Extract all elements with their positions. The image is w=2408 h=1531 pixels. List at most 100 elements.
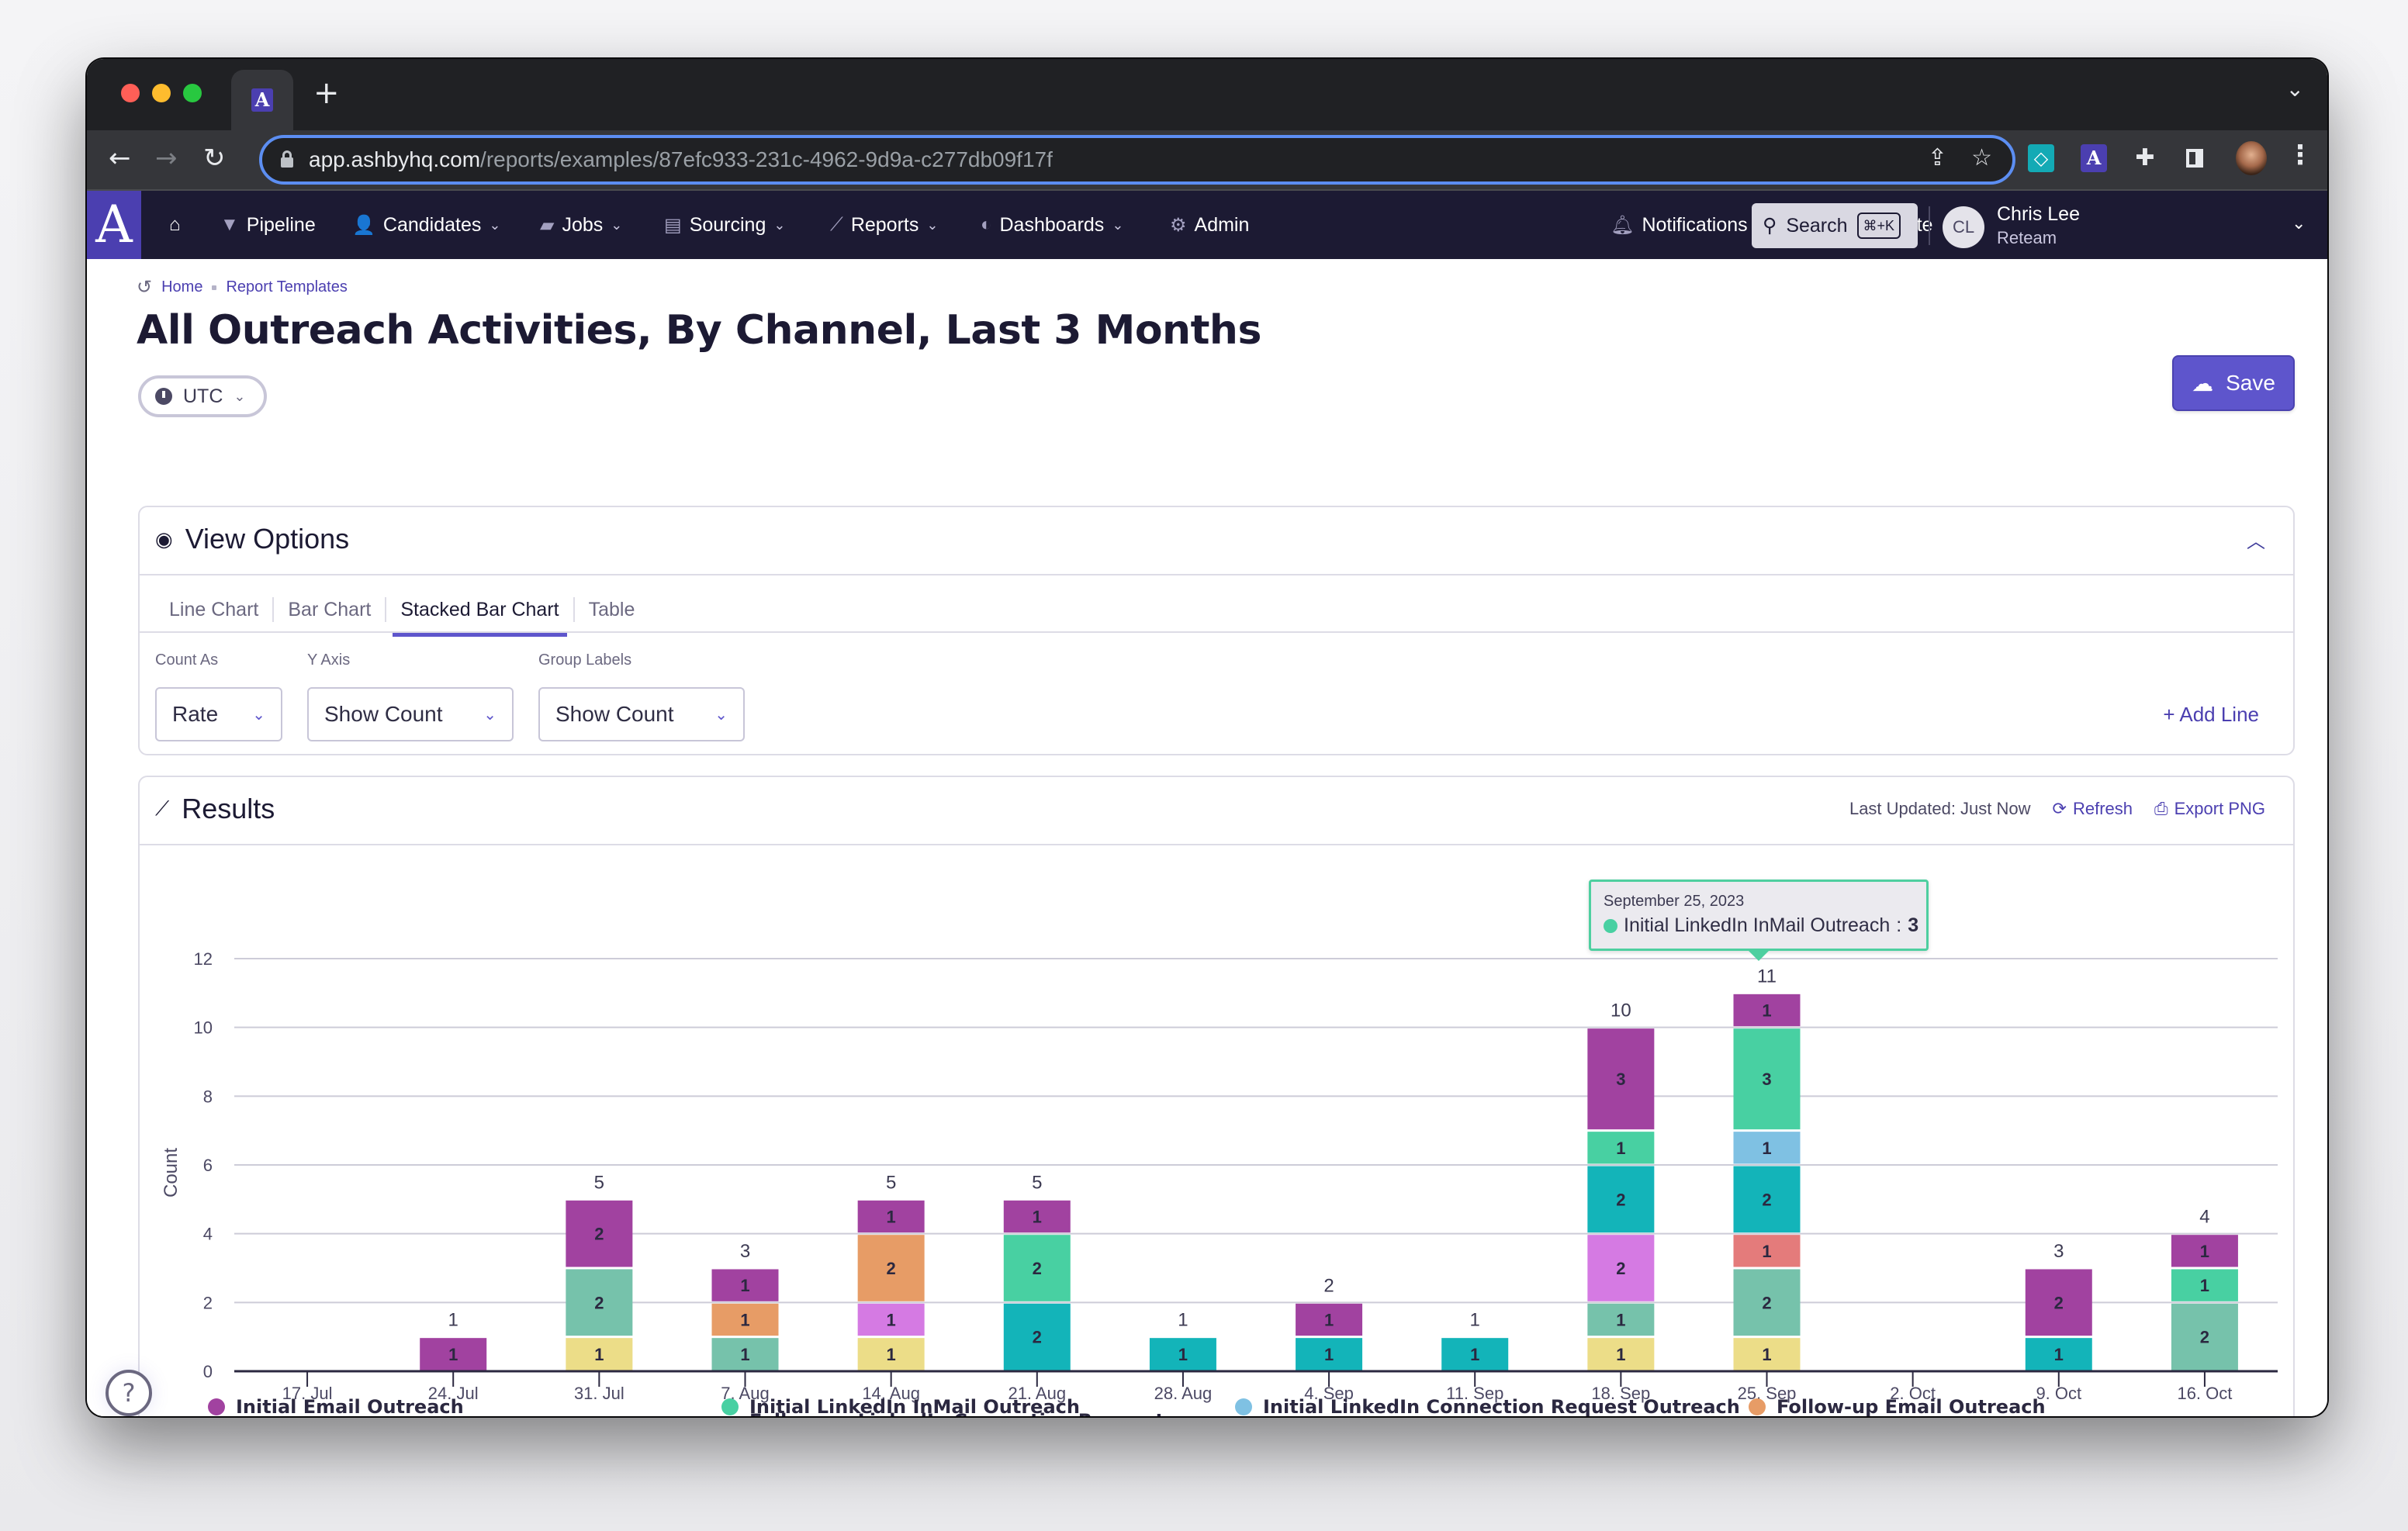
bar-total-label: 3 <box>2053 1241 2064 1262</box>
tab-bar-chart[interactable]: Bar Chart <box>274 585 385 634</box>
extensions-puzzle-icon[interactable]: ✚ <box>2132 144 2158 172</box>
nav-reports[interactable]: ⟋ Reports ⌄ <box>830 191 938 259</box>
nav-pipeline[interactable]: ▼ Pipeline <box>220 191 316 259</box>
save-button[interactable]: ☁ Save <box>2172 355 2295 411</box>
export-png-button[interactable]: ⎙ Export PNG <box>2154 799 2265 819</box>
nav-admin[interactable]: ⚙ Admin <box>1170 191 1249 259</box>
segment-label: 1 <box>1324 1345 1334 1364</box>
tab-line-chart[interactable]: Line Chart <box>155 585 272 634</box>
lock-icon <box>281 150 293 168</box>
divider <box>140 631 2293 633</box>
bar-total-label: 11 <box>1757 966 1777 987</box>
tab-table[interactable]: Table <box>575 585 649 634</box>
bookmark-star-icon[interactable]: ☆ <box>1971 144 1992 171</box>
user-avatar[interactable]: CL <box>1943 206 1984 248</box>
back-button[interactable]: ← <box>109 143 131 174</box>
nav-divider <box>1929 206 1930 245</box>
cloud-upload-icon: ☁ <box>2192 371 2214 396</box>
y-tick-label: 10 <box>194 1018 213 1038</box>
user-name[interactable]: Chris Lee <box>1997 203 2080 226</box>
extension-diamond-icon[interactable]: ◇ <box>2028 144 2054 172</box>
segment-label: 1 <box>740 1276 749 1295</box>
chevron-down-icon: ⌄ <box>611 216 623 233</box>
group-labels-label: Group Labels <box>538 651 632 669</box>
reload-button[interactable]: ↻ <box>203 143 226 174</box>
chevron-down-icon: ⌄ <box>489 216 501 233</box>
segment-label: 1 <box>2200 1276 2209 1295</box>
profile-avatar[interactable] <box>2236 141 2267 175</box>
search-icon: ⚲ <box>1763 215 1777 237</box>
y-tick-label: 4 <box>203 1225 213 1244</box>
segment-label: 1 <box>887 1311 896 1330</box>
chevron-down-icon: ⌄ <box>926 216 939 233</box>
tooltip-date: September 25, 2023 <box>1604 893 1745 910</box>
ashby-extension-icon[interactable]: A <box>2081 144 2107 172</box>
history-icon[interactable]: ↺ <box>137 276 152 299</box>
browser-window: A + ⌄ ← → ↻ app.ashbyhq.com/reports/exam… <box>87 59 2327 1416</box>
browser-toolbar: ← → ↻ app.ashbyhq.com/reports/examples/8… <box>87 130 2327 191</box>
tooltip-value: 3 <box>1908 914 1919 936</box>
tab-stacked-bar-chart[interactable]: Stacked Bar Chart <box>386 585 573 637</box>
nav-dashboards[interactable]: ◐ Dashboards ⌄ <box>981 191 1123 259</box>
notifications-button[interactable]: 🔔︎ Notifications <box>1611 191 1748 259</box>
minimize-window-button[interactable] <box>152 84 171 102</box>
divider <box>140 574 2293 575</box>
breadcrumb-report-templates[interactable]: Report Templates <box>226 278 347 296</box>
breadcrumb-home[interactable]: Home <box>161 278 202 296</box>
refresh-icon: ⟳ <box>2052 799 2067 818</box>
segment-label: 1 <box>448 1345 458 1364</box>
nav-jobs[interactable]: ▰ Jobs ⌄ <box>540 191 622 259</box>
chart-type-tabs: Line Chart Bar Chart Stacked Bar Chart T… <box>155 585 649 637</box>
view-options-header[interactable]: ◉ View Options <box>155 523 349 555</box>
forward-button[interactable]: → <box>155 143 178 174</box>
legend-item[interactable]: Initial LinkedIn Connection Request Outr… <box>1235 1396 1749 1416</box>
chevron-up-icon[interactable]: ︿ <box>2247 526 2265 553</box>
nav-sourcing[interactable]: ▤ Sourcing ⌄ <box>664 191 785 259</box>
browser-tab[interactable]: A <box>231 70 293 130</box>
search-button[interactable]: ⚲ Search ⌘+K <box>1752 203 1918 248</box>
nav-candidates[interactable]: 👤 Candidates ⌄ <box>352 191 500 259</box>
bar-total-label: 2 <box>1323 1275 1334 1296</box>
y-axis-title: Count <box>161 1148 182 1197</box>
y-axis-select[interactable]: Show Count ⌄ <box>307 687 514 741</box>
legend-swatch <box>1749 1398 1766 1415</box>
legend-label: Initial LinkedIn Connection Request Outr… <box>1263 1396 1740 1416</box>
refresh-button[interactable]: ⟳ Refresh <box>2053 799 2133 819</box>
segment-label: 2 <box>594 1293 604 1312</box>
line-chart-icon: ⟋ <box>155 797 170 820</box>
breadcrumb: ↺ Home Report Templates <box>137 276 348 299</box>
help-button[interactable]: ? <box>106 1370 152 1416</box>
bar-total-label: 4 <box>2199 1207 2209 1228</box>
tooltip-series-dot <box>1604 918 1617 933</box>
segment-label: 1 <box>2200 1242 2209 1261</box>
chevron-down-icon[interactable]: ⌄ <box>2292 214 2306 233</box>
segment-label: 1 <box>1762 1139 1771 1158</box>
clock-icon <box>155 388 172 405</box>
bar-total-label: 1 <box>1470 1310 1480 1331</box>
count-as-select[interactable]: Rate ⌄ <box>155 687 282 741</box>
side-panel-icon[interactable] <box>2181 144 2208 172</box>
add-line-button[interactable]: + Add Line <box>2163 687 2259 741</box>
share-icon[interactable]: ⇪ <box>1928 144 1947 171</box>
segment-label: 2 <box>1616 1259 1625 1278</box>
group-labels-select[interactable]: Show Count ⌄ <box>538 687 745 741</box>
bar-total-label: 5 <box>594 1172 604 1193</box>
new-tab-button[interactable]: + <box>313 78 340 109</box>
segment-label: 1 <box>1033 1208 1042 1227</box>
legend-label: Follow-up LinkedIn Connection Request Ou… <box>749 1410 1235 1416</box>
close-window-button[interactable] <box>121 84 140 102</box>
legend-item[interactable]: Initial Email Outreach <box>208 1396 721 1416</box>
home-icon[interactable]: ⌂ <box>169 191 181 259</box>
segment-label: 1 <box>1762 1345 1771 1364</box>
ashby-logo[interactable]: A <box>87 191 141 259</box>
timezone-select[interactable]: UTC ⌄ <box>138 375 267 417</box>
browser-menu-icon[interactable]: ⋮ <box>2287 140 2313 171</box>
chart-tooltip: September 25, 2023 Initial LinkedIn InMa… <box>1589 880 1929 961</box>
legend-item[interactable]: Follow-up Email Outreach <box>1749 1396 2262 1416</box>
url-text[interactable]: app.ashbyhq.com/reports/examples/87efc93… <box>309 146 1053 174</box>
tooltip-row: Initial LinkedIn InMail Outreach: 3 <box>1604 914 1918 937</box>
tab-search-chevron-icon[interactable]: ⌄ <box>2286 76 2304 102</box>
address-bar[interactable]: app.ashbyhq.com/reports/examples/87efc93… <box>259 135 2015 185</box>
maximize-window-button[interactable] <box>183 84 202 102</box>
segment-label: 2 <box>1616 1190 1625 1209</box>
